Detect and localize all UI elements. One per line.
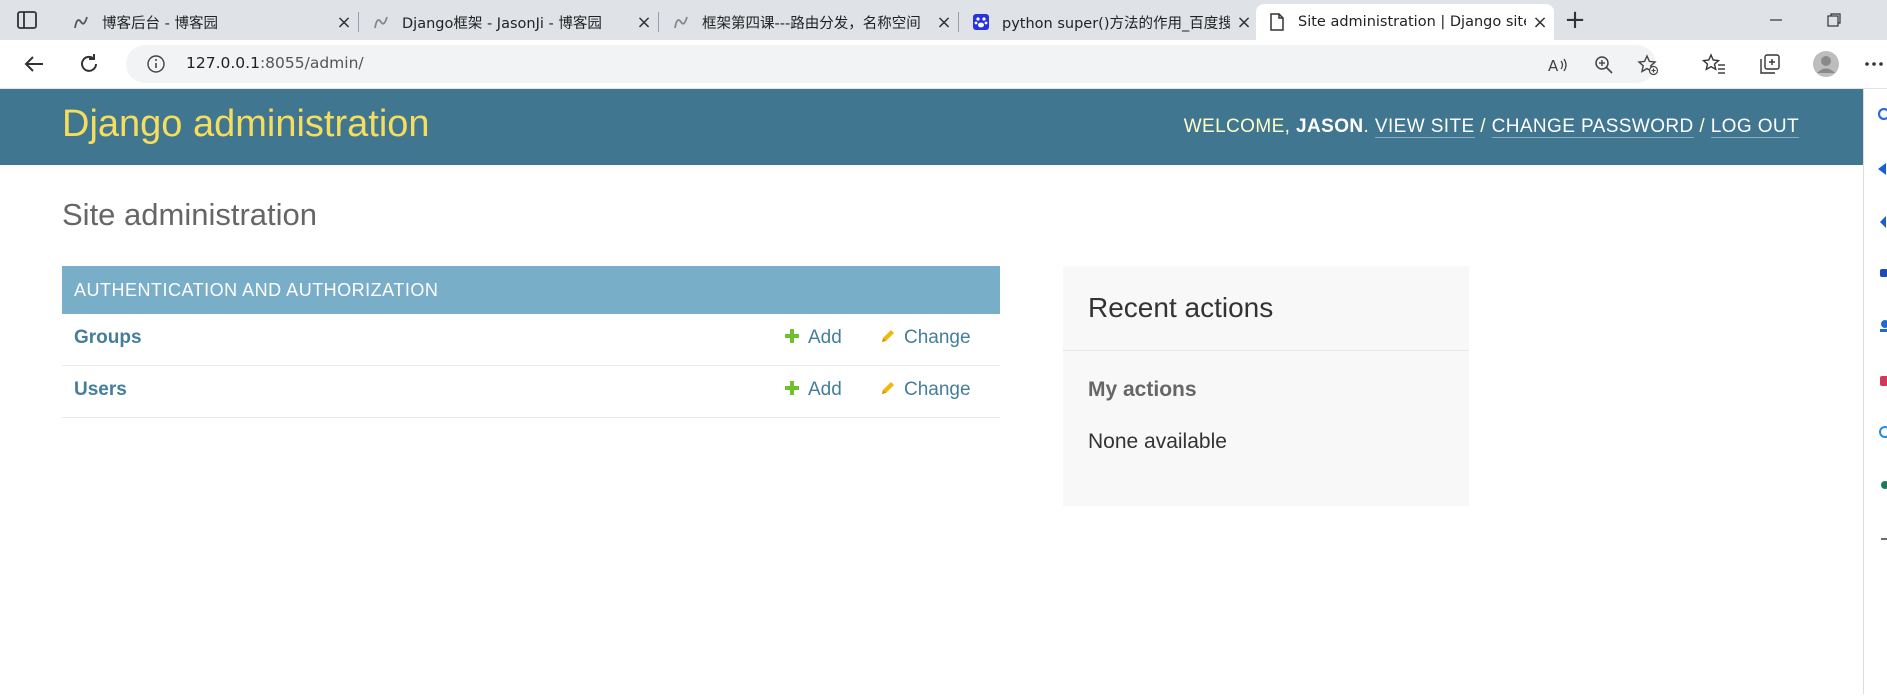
recent-actions-panel: Recent actions My actions None available <box>1063 266 1469 506</box>
address-bar: 127.0.0.1:8055/admin/ A <box>0 40 1887 89</box>
recent-actions-title: Recent actions <box>1088 292 1274 323</box>
plus-icon <box>785 381 799 395</box>
divider <box>1063 350 1469 351</box>
add-users-button[interactable]: Add <box>784 379 842 401</box>
site-info-icon[interactable] <box>146 54 166 74</box>
add-favorite-icon[interactable] <box>1636 53 1660 77</box>
sidebar-shopping-icon[interactable] <box>1878 163 1886 175</box>
sidebar-games-icon[interactable] <box>1880 269 1887 277</box>
model-row-users: Users Add Change <box>62 366 1000 418</box>
user-tools: WELCOME, JASON. VIEW SITE / CHANGE PASSW… <box>1184 116 1799 138</box>
separator: / <box>1699 116 1705 137</box>
tab-title: python super()方法的作用_百度搜 <box>1002 15 1230 32</box>
browser-tab[interactable]: 博客后台 - 博客园 × <box>60 4 359 40</box>
tab-actions-icon[interactable] <box>16 10 38 30</box>
svg-text:A: A <box>1548 57 1559 75</box>
browser-tab[interactable]: 框架第四课---路由分发，名称空间 × <box>660 4 959 40</box>
read-aloud-icon[interactable]: A <box>1546 53 1570 77</box>
minimize-icon[interactable] <box>1747 0 1805 40</box>
cnblogs-favicon-icon <box>372 13 390 31</box>
tab-title: 博客后台 - 博客园 <box>102 15 218 32</box>
my-actions-heading: My actions <box>1088 378 1197 401</box>
tab-close-icon[interactable]: × <box>630 12 658 33</box>
back-icon[interactable] <box>18 48 50 80</box>
sidebar-search-icon[interactable] <box>1877 107 1887 121</box>
change-label: Change <box>904 379 971 400</box>
separator: / <box>1480 116 1486 137</box>
module-caption[interactable]: AUTHENTICATION AND AUTHORIZATION <box>62 266 1000 314</box>
period: . <box>1363 116 1370 137</box>
refresh-icon[interactable] <box>73 48 105 80</box>
change-groups-button[interactable]: Change <box>880 327 971 349</box>
pencil-icon <box>882 330 894 342</box>
browser-tab[interactable]: python super()方法的作用_百度搜 × <box>960 4 1258 40</box>
tab-close-icon[interactable]: × <box>1230 12 1258 33</box>
model-link-groups[interactable]: Groups <box>74 327 142 349</box>
add-label: Add <box>808 327 842 348</box>
zoom-icon[interactable] <box>1592 53 1616 77</box>
browser-tab[interactable]: Django框架 - JasonJi - 博客园 × <box>360 4 659 40</box>
cnblogs-favicon-icon <box>672 13 690 31</box>
admin-header: Django administration WELCOME, JASON. VI… <box>0 89 1863 165</box>
tab-title: Django框架 - JasonJi - 博客园 <box>402 15 602 32</box>
collections-icon[interactable] <box>1756 50 1784 78</box>
sidebar-office-icon[interactable] <box>1880 320 1887 332</box>
favorites-icon[interactable] <box>1700 50 1728 78</box>
add-groups-button[interactable]: Add <box>784 327 842 349</box>
tab-close-icon[interactable]: × <box>1526 12 1554 33</box>
sidebar-tools-icon[interactable] <box>1880 216 1886 228</box>
tab-title: 框架第四课---路由分发，名称空间 <box>702 15 921 32</box>
change-label: Change <box>904 327 971 348</box>
url-text: 127.0.0.1:8055/admin/ <box>186 54 364 72</box>
welcome-text: WELCOME, <box>1183 116 1291 137</box>
profile-avatar-icon[interactable] <box>1812 50 1840 78</box>
baidu-favicon-icon <box>972 13 990 31</box>
no-actions-text: None available <box>1088 430 1227 453</box>
tab-close-icon[interactable]: × <box>930 12 958 33</box>
page-title: Site administration <box>62 197 318 232</box>
url-path: :8055/admin/ <box>259 54 364 72</box>
view-site-link[interactable]: VIEW SITE <box>1374 116 1475 138</box>
more-menu-icon[interactable] <box>1862 50 1886 78</box>
browser-sidebar <box>1863 89 1887 694</box>
model-link-users[interactable]: Users <box>74 379 127 401</box>
sidebar-drop-icon[interactable] <box>1879 426 1887 438</box>
username: JASON <box>1296 116 1364 137</box>
page-viewport: Django administration WELCOME, JASON. VI… <box>0 89 1863 694</box>
pencil-icon <box>882 382 894 394</box>
url-field[interactable]: 127.0.0.1:8055/admin/ A <box>126 45 1659 83</box>
model-row-groups: Groups Add Change <box>62 314 1000 366</box>
new-tab-icon[interactable]: + <box>1560 6 1590 34</box>
plus-icon <box>785 329 799 343</box>
change-password-link[interactable]: CHANGE PASSWORD <box>1491 116 1694 138</box>
document-favicon-icon <box>1268 13 1286 31</box>
browser-tab-active[interactable]: Site administration | Django site × <box>1256 4 1554 40</box>
add-label: Add <box>808 379 842 400</box>
browser-tab-bar: 博客后台 - 博客园 × Django框架 - JasonJi - 博客园 × … <box>0 0 1887 40</box>
sidebar-outlook-icon[interactable] <box>1880 376 1887 386</box>
restore-icon[interactable] <box>1805 0 1863 40</box>
tab-close-icon[interactable]: × <box>330 12 358 33</box>
log-out-link[interactable]: LOG OUT <box>1710 116 1799 138</box>
tab-title: Site administration | Django site <box>1298 14 1526 30</box>
sidebar-extension-icon[interactable] <box>1881 481 1887 489</box>
url-host: 127.0.0.1 <box>186 54 260 72</box>
change-users-button[interactable]: Change <box>880 379 971 401</box>
app-module-auth: AUTHENTICATION AND AUTHORIZATION Groups … <box>62 266 1000 418</box>
site-branding[interactable]: Django administration <box>62 103 430 146</box>
cnblogs-favicon-icon <box>72 13 90 31</box>
